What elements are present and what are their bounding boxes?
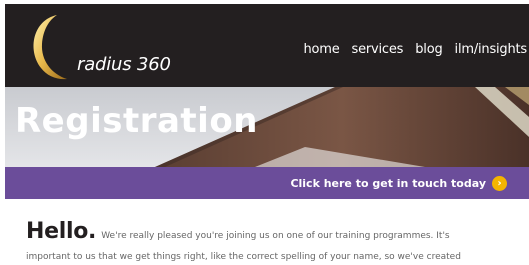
intro-text-line-2: important to us that we get things right… xyxy=(26,252,461,262)
chevron-right-circle-icon: › xyxy=(492,176,507,191)
intro-section: Hello. We're really pleased you're joini… xyxy=(26,220,516,264)
nav-services[interactable]: services xyxy=(352,42,404,57)
cta-label: Click here to get in touch today xyxy=(290,177,486,190)
nav-ilm-insights[interactable]: ilm/insights xyxy=(455,42,528,57)
intro-text-line-1: We're really pleased you're joining us o… xyxy=(101,231,450,241)
page-title: Registration xyxy=(15,101,258,141)
radius-360-logo[interactable]: radius 360 xyxy=(27,12,171,82)
hero-banner: Registration xyxy=(5,87,529,167)
main-nav: home services blog ilm/insights xyxy=(303,42,527,57)
site-header: radius 360 home services blog ilm/insigh… xyxy=(5,4,529,87)
intro-first-line: Hello. We're really pleased you're joini… xyxy=(26,220,516,248)
nav-home[interactable]: home xyxy=(303,42,339,57)
logo-text: radius 360 xyxy=(77,54,171,75)
cta-bar: Click here to get in touch today › xyxy=(5,167,529,199)
nav-blog[interactable]: blog xyxy=(415,42,442,57)
get-in-touch-link[interactable]: Click here to get in touch today › xyxy=(290,176,507,191)
greeting-heading: Hello. xyxy=(26,219,97,244)
